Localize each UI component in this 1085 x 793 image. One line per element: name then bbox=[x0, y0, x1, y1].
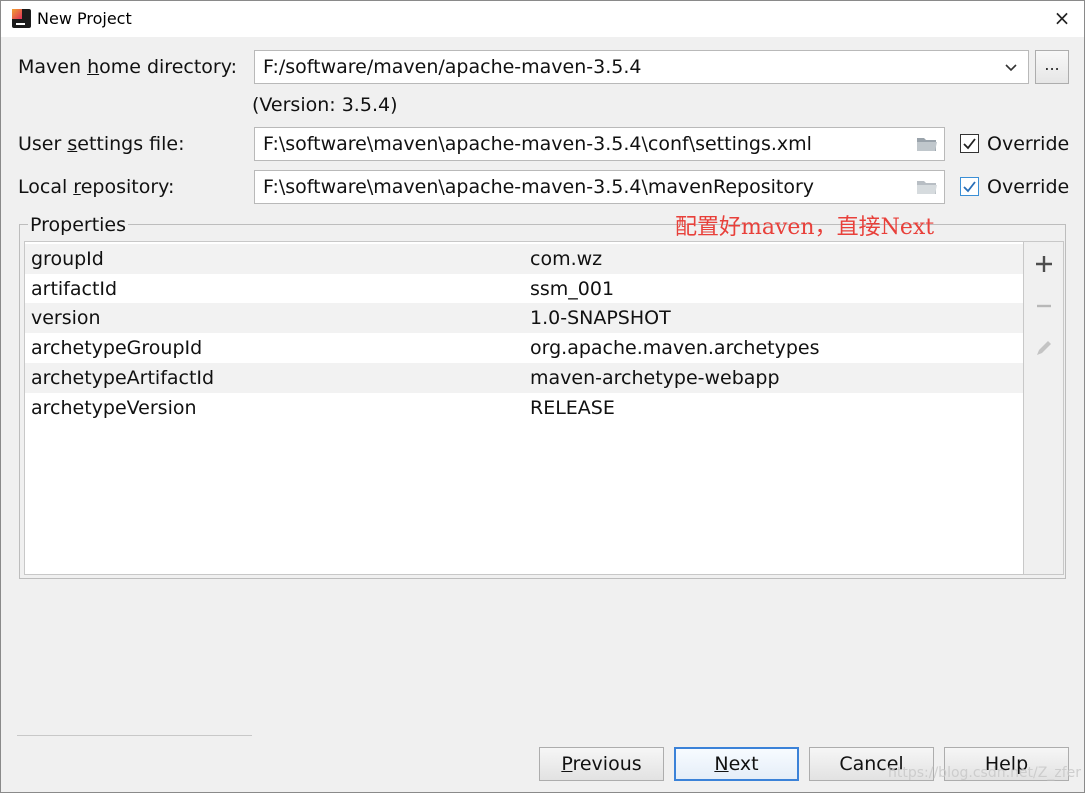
intellij-idea-icon bbox=[12, 9, 31, 28]
divider bbox=[17, 735, 252, 736]
annotation-text: 配置好maven，直接Next bbox=[675, 215, 935, 240]
title-bar: New Project × bbox=[1, 1, 1084, 37]
property-value[interactable]: com.wz bbox=[530, 244, 602, 274]
pencil-icon[interactable] bbox=[1032, 336, 1056, 360]
property-value[interactable]: maven-archetype-webapp bbox=[530, 363, 780, 393]
user-settings-override-checkbox[interactable] bbox=[960, 134, 979, 153]
checkmark-icon bbox=[963, 181, 976, 193]
window-title: New Project bbox=[37, 9, 132, 28]
minus-icon[interactable] bbox=[1032, 294, 1056, 318]
property-key: artifactId bbox=[31, 278, 118, 300]
user-settings-override-label[interactable]: Override bbox=[987, 133, 1069, 155]
table-row[interactable]: archetypeVersion RELEASE bbox=[25, 393, 1023, 423]
close-button[interactable]: × bbox=[1052, 7, 1072, 29]
properties-toolbar bbox=[1024, 241, 1064, 575]
maven-home-value: F:/software/maven/apache-maven-3.5.4 bbox=[263, 56, 642, 78]
local-repository-override-checkbox[interactable] bbox=[960, 177, 979, 196]
properties-table[interactable]: groupId com.wz artifactId ssm_001 versio… bbox=[24, 241, 1024, 575]
chevron-down-icon[interactable] bbox=[1004, 60, 1018, 74]
user-settings-field[interactable]: F:\software\maven\apache-maven-3.5.4\con… bbox=[254, 127, 945, 161]
folder-icon[interactable] bbox=[916, 135, 938, 153]
property-value[interactable]: org.apache.maven.archetypes bbox=[530, 333, 820, 363]
maven-home-label: Maven home directory: bbox=[18, 56, 237, 78]
table-row[interactable]: archetypeArtifactId maven-archetype-weba… bbox=[25, 363, 1023, 393]
property-key: archetypeArtifactId bbox=[31, 367, 215, 389]
property-key: archetypeVersion bbox=[31, 397, 197, 419]
checkmark-icon bbox=[963, 138, 976, 150]
local-repository-label: Local repository: bbox=[18, 176, 175, 198]
next-button[interactable]: Next bbox=[674, 747, 799, 781]
folder-icon[interactable] bbox=[916, 178, 938, 196]
browse-button[interactable]: ... bbox=[1035, 50, 1069, 84]
watermark: https://blog.csdn.net/Z_zfer bbox=[888, 765, 1081, 781]
local-repository-field[interactable]: F:\software\maven\apache-maven-3.5.4\mav… bbox=[254, 170, 945, 204]
user-settings-value: F:\software\maven\apache-maven-3.5.4\con… bbox=[263, 133, 812, 155]
table-row[interactable]: artifactId ssm_001 bbox=[25, 274, 1023, 304]
previous-button[interactable]: Previous bbox=[539, 747, 664, 781]
new-project-dialog: New Project × Maven home directory: F:/s… bbox=[0, 0, 1085, 793]
table-row[interactable]: version 1.0-SNAPSHOT bbox=[25, 303, 1023, 333]
local-repository-override-label[interactable]: Override bbox=[987, 176, 1069, 198]
maven-home-combobox[interactable]: F:/software/maven/apache-maven-3.5.4 bbox=[254, 50, 1029, 84]
local-repository-value: F:\software\maven\apache-maven-3.5.4\mav… bbox=[263, 176, 815, 198]
property-value[interactable]: RELEASE bbox=[530, 393, 615, 423]
property-key: archetypeGroupId bbox=[31, 337, 203, 359]
table-row[interactable]: archetypeGroupId org.apache.maven.archet… bbox=[25, 333, 1023, 363]
user-settings-label: User settings file: bbox=[18, 133, 185, 155]
maven-version-note: (Version: 3.5.4) bbox=[252, 94, 398, 116]
table-row[interactable]: groupId com.wz bbox=[25, 244, 1023, 274]
property-value[interactable]: ssm_001 bbox=[530, 274, 614, 304]
property-key: version bbox=[31, 307, 101, 329]
property-key: groupId bbox=[31, 248, 104, 270]
properties-legend: Properties bbox=[28, 214, 129, 236]
plus-icon[interactable] bbox=[1032, 252, 1056, 276]
property-value[interactable]: 1.0-SNAPSHOT bbox=[530, 303, 671, 333]
